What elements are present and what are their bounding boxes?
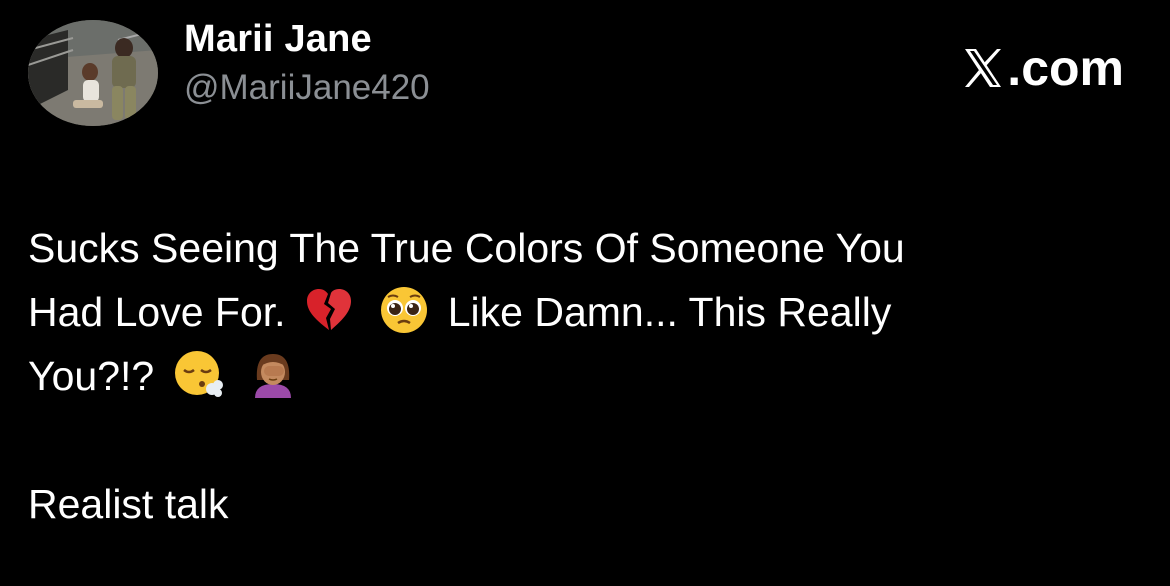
brand-label: com [1021, 40, 1124, 96]
user-handle[interactable]: @MariiJane420 [184, 66, 430, 110]
tweet-line-2a: Had Love For. [28, 289, 286, 335]
x-logo-icon [961, 46, 1007, 90]
x-com-watermark: . com [961, 40, 1124, 96]
brand-dot: . [1007, 40, 1022, 96]
display-name[interactable]: Marii Jane [184, 16, 430, 62]
broken-heart-emoji [303, 284, 355, 336]
author-names: Marii Jane @MariiJane420 [184, 16, 430, 110]
tweet-text: Sucks Seeing The True Colors Of Someone … [28, 216, 1138, 536]
pleading-face-emoji [378, 284, 430, 336]
tweet-line-1: Sucks Seeing The True Colors Of Someone … [28, 225, 905, 271]
face-exhaling-emoji [172, 348, 224, 400]
tweet-line-2b: Like Damn... This Really [447, 289, 892, 335]
tweet-line-3a: You?!? [28, 353, 155, 399]
tweet-header: Marii Jane @MariiJane420 . com [28, 16, 1148, 126]
avatar[interactable] [28, 20, 158, 126]
avatar-photo [28, 20, 158, 126]
tweet-paragraph-2: Realist talk [28, 481, 229, 527]
woman-facepalming-emoji [247, 348, 299, 400]
